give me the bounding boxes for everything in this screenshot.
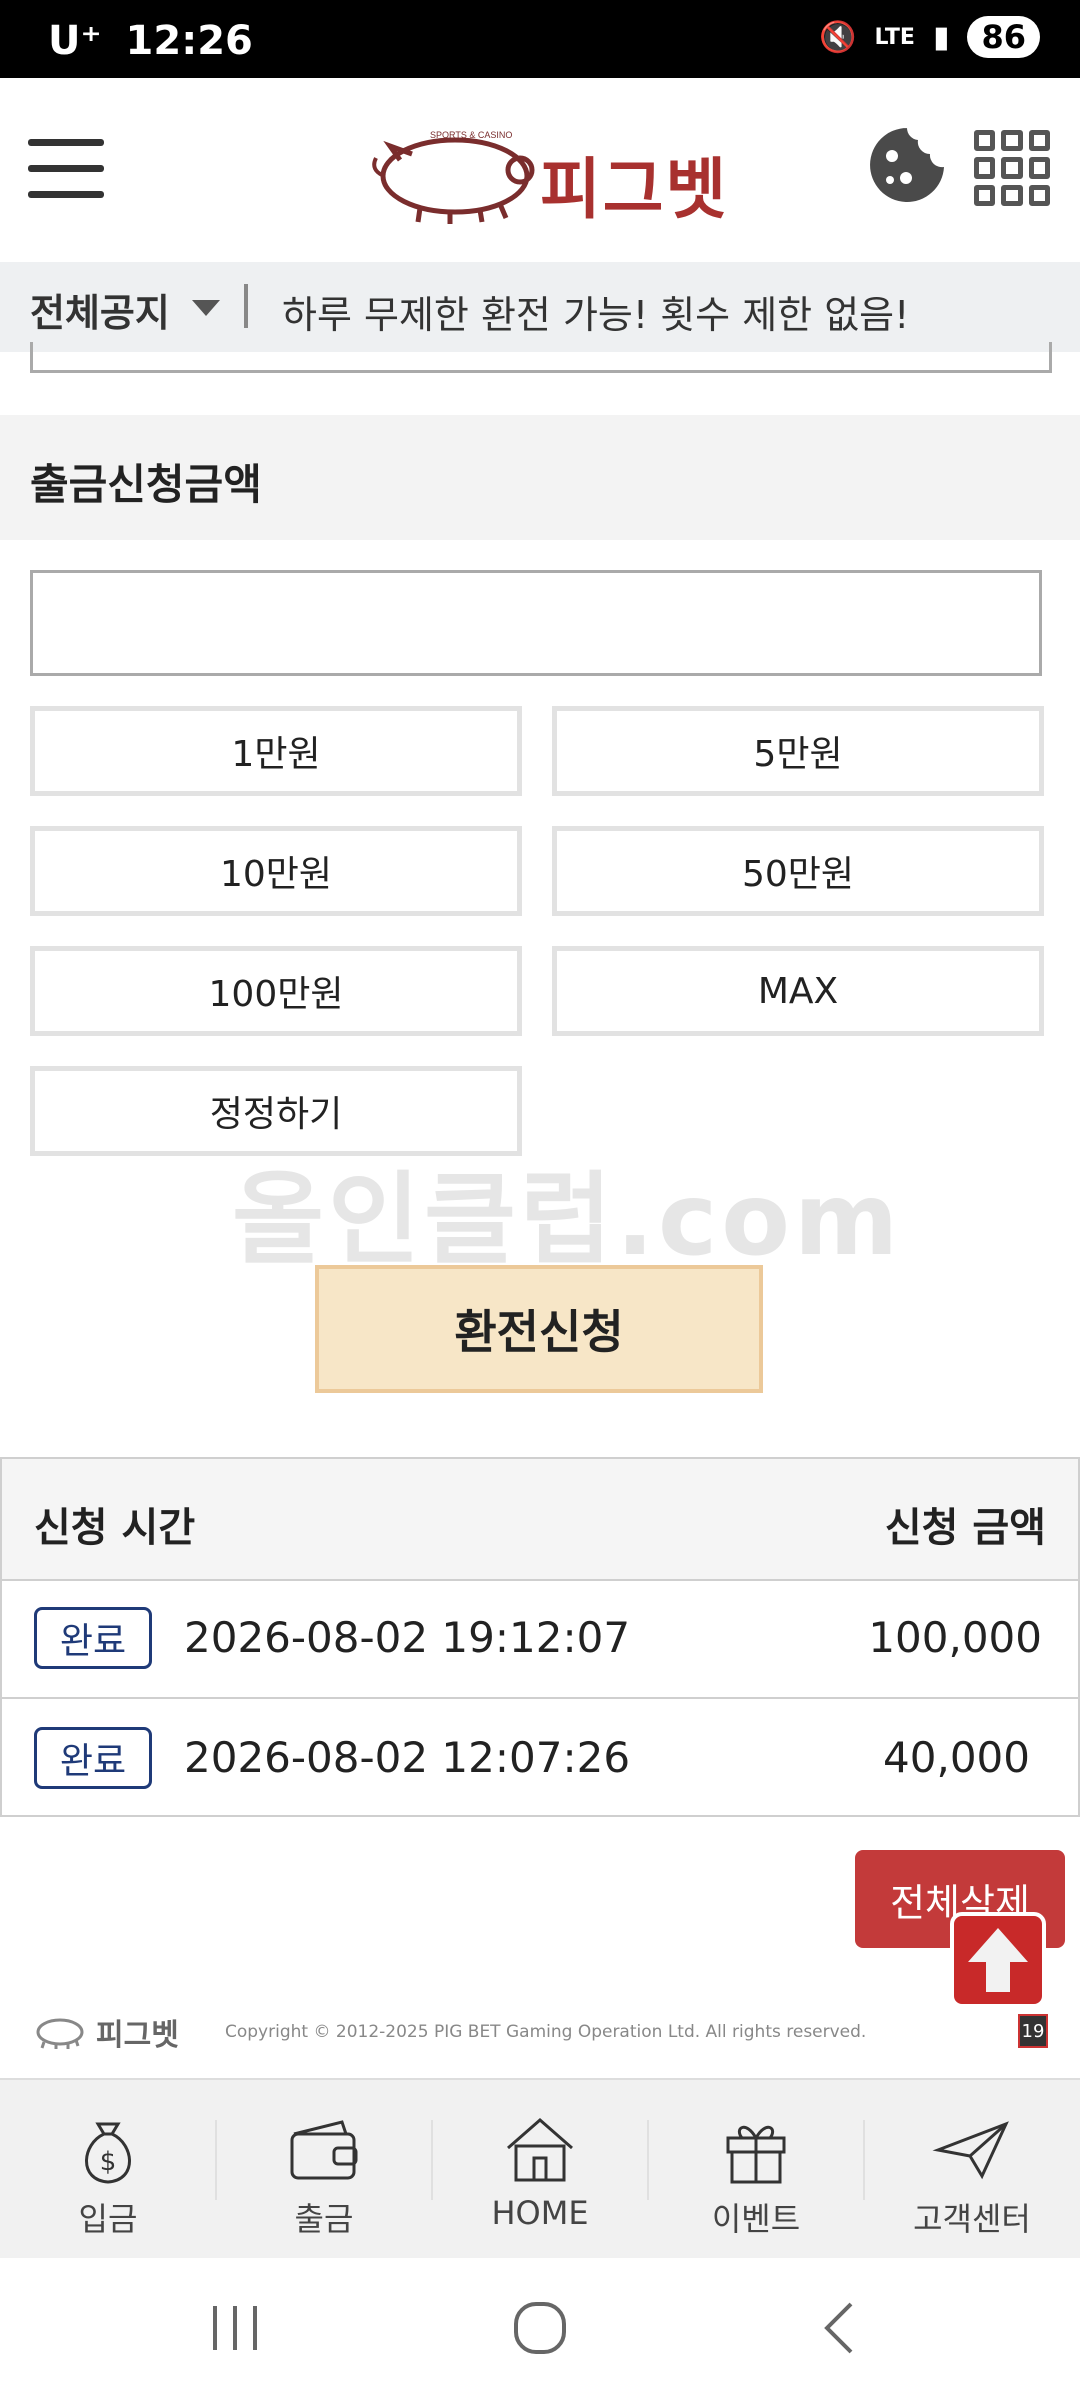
request-time: 2026-08-02 12:07:26: [184, 1733, 631, 1782]
notice-bar[interactable]: 전체공지 하루 무제한 환전 가능! 횟수 제한 없음!: [0, 262, 1080, 352]
copyright-text: Copyright © 2012-2025 PIG BET Gaming Ope…: [225, 2022, 867, 2042]
svg-text:$: $: [100, 2147, 117, 2177]
scroll-to-top-button[interactable]: [950, 1912, 1046, 2008]
withdrawal-history-table: 신청 시간 신청 금액 완료 2026-08-02 19:12:07 100,0…: [0, 1457, 1080, 1817]
button-label: 50만원: [741, 854, 855, 895]
nav-support[interactable]: 고객센터: [864, 2080, 1080, 2258]
pig-icon: [36, 2018, 84, 2049]
mute-icon: 🔇: [819, 19, 857, 55]
button-label: 정정하기: [209, 1094, 343, 1135]
age-restriction-badge: 19: [1018, 2014, 1048, 2048]
quick-amount-5-button[interactable]: 5만원: [552, 706, 1044, 796]
notice-label: 전체공지: [30, 291, 170, 335]
button-label: 5만원: [753, 734, 843, 775]
cookie-icon[interactable]: [868, 126, 946, 204]
logo-tagline: SPORTS & CASINO: [430, 130, 512, 140]
system-navigation-bar: [0, 2258, 1080, 2400]
arrow-up-icon: [968, 1928, 1028, 1992]
withdraw-amount-header: 출금신청금액: [0, 415, 1080, 540]
nav-label: 입금: [78, 2200, 138, 2238]
nav-deposit[interactable]: $ 입금: [0, 2080, 216, 2258]
home-icon: [507, 2118, 573, 2182]
site-logo[interactable]: SPORTS & CASINO 피그벳: [360, 118, 730, 228]
status-badge: 완료: [34, 1727, 152, 1789]
carrier-label: U⁺: [48, 18, 102, 64]
clock: 12:26: [125, 18, 253, 64]
apps-grid-icon[interactable]: [974, 130, 1050, 206]
back-icon[interactable]: [815, 2298, 865, 2358]
button-label: 100만원: [208, 974, 344, 1015]
notice-message: 하루 무제한 환전 가능! 횟수 제한 없음!: [282, 293, 910, 337]
col-header-time: 신청 시간: [34, 1505, 196, 1551]
footer: 피그벳 Copyright © 2012-2025 PIG BET Gaming…: [0, 2000, 1080, 2070]
quick-amount-100-button[interactable]: 100만원: [30, 946, 522, 1036]
signal-icon: ▮: [932, 19, 950, 55]
nav-withdraw[interactable]: 출금: [216, 2080, 432, 2258]
footer-logo-text: 피그벳: [96, 2018, 179, 2053]
top-header: SPORTS & CASINO 피그벳: [0, 78, 1080, 260]
amount-input[interactable]: [30, 570, 1042, 676]
home-circle-icon[interactable]: [510, 2298, 570, 2358]
button-label: 1만원: [231, 734, 321, 775]
col-header-amount: 신청 금액: [884, 1505, 1046, 1551]
submit-withdrawal-button[interactable]: 환전신청: [315, 1265, 763, 1393]
nav-event[interactable]: 이벤트: [648, 2080, 864, 2258]
footer-logo: 피그벳: [30, 2010, 179, 2054]
quick-amount-50-button[interactable]: 50만원: [552, 826, 1044, 916]
bottom-navigation: $ 입금 출금 HOME 이벤트 고객센터: [0, 2078, 1080, 2258]
table-row: 완료 2026-08-02 12:07:26 40,000: [2, 1699, 1078, 1817]
gift-icon: [726, 2125, 786, 2184]
money-bag-icon: $: [85, 2122, 131, 2184]
table-row: 완료 2026-08-02 19:12:07 100,000: [2, 1579, 1078, 1699]
nav-label: 이벤트: [711, 2200, 801, 2238]
status-badge: 완료: [34, 1607, 152, 1669]
recent-apps-icon[interactable]: [205, 2300, 265, 2356]
quick-amount-1-button[interactable]: 1만원: [30, 706, 522, 796]
button-label: 10만원: [219, 854, 333, 895]
caret-down-icon[interactable]: [192, 300, 220, 316]
status-bar: U⁺ 12:26 🔇 LTE ▮ 86: [0, 0, 1080, 78]
request-time: 2026-08-02 19:12:07: [184, 1613, 631, 1662]
nav-label: HOME: [491, 2194, 589, 2232]
previous-field-edge: [30, 342, 1052, 373]
notice-divider: [244, 284, 248, 328]
wallet-icon: [290, 2120, 358, 2180]
network-label: LTE: [874, 24, 915, 50]
request-amount: 40,000: [883, 1733, 1030, 1782]
request-amount: 100,000: [868, 1613, 1042, 1662]
table-header: 신청 시간 신청 금액: [2, 1459, 1078, 1581]
watermark: 올인클럽.com: [232, 1161, 903, 1278]
nav-label: 고객센터: [913, 2200, 1031, 2238]
nav-label: 출금: [294, 2200, 354, 2238]
logo-text: 피그벳: [540, 151, 729, 228]
status-right: 🔇 LTE ▮ 86: [819, 16, 1040, 58]
nav-home[interactable]: HOME: [432, 2080, 648, 2258]
menu-icon[interactable]: [28, 133, 104, 203]
max-amount-button[interactable]: MAX: [552, 946, 1044, 1036]
button-label: MAX: [757, 970, 839, 1012]
paper-plane-icon: [932, 2121, 1009, 2180]
battery-indicator: 86: [967, 16, 1040, 58]
status-left: U⁺ 12:26: [48, 18, 253, 64]
section-title: 출금신청금액: [30, 460, 262, 509]
quick-amount-10-button[interactable]: 10만원: [30, 826, 522, 916]
